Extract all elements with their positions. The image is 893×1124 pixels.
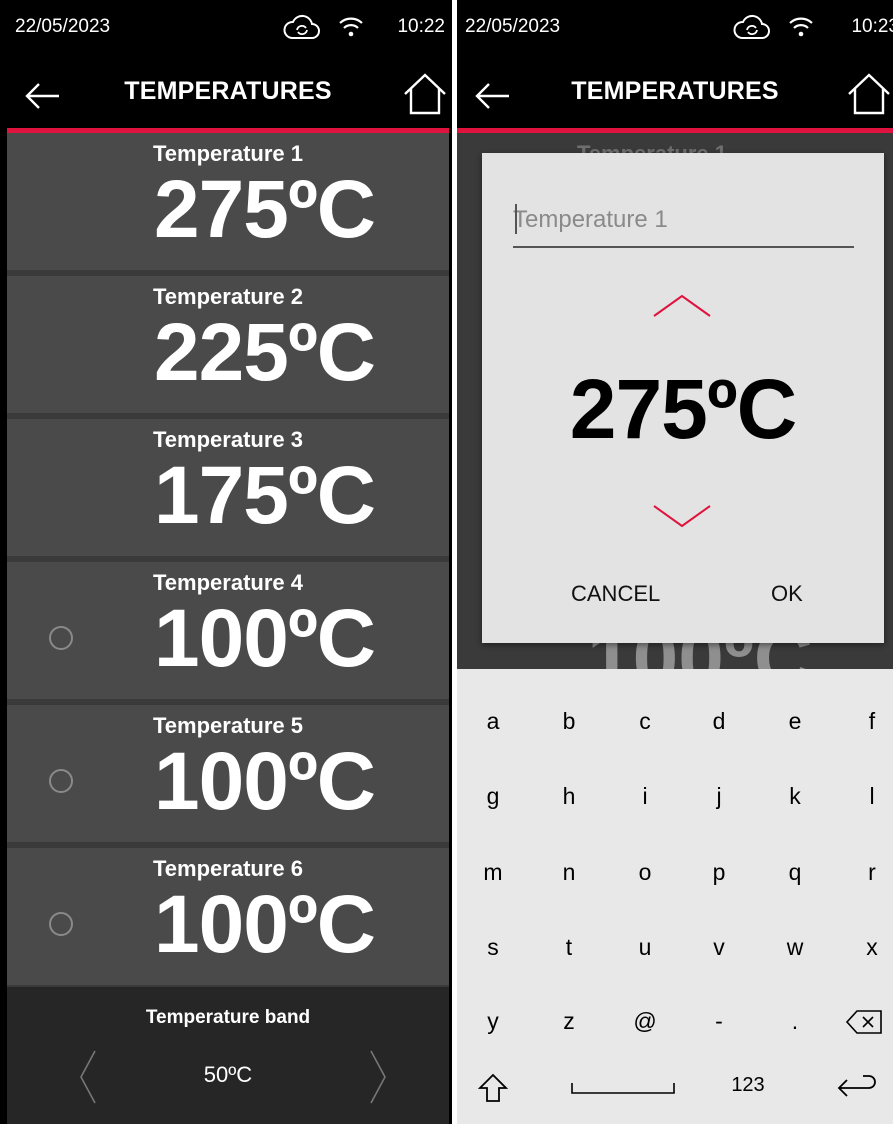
temperature-dialog: 275ºC CANCEL OK — [482, 153, 884, 643]
status-time: 10:23 — [851, 16, 893, 37]
temperature-radio[interactable] — [49, 912, 73, 936]
temperatures-screen: 22/05/2023 10:22 TEMPERATURES Temperatur… — [0, 0, 452, 1124]
key-n[interactable]: n — [541, 842, 597, 902]
key-k[interactable]: k — [767, 766, 823, 826]
text-caret — [515, 204, 517, 234]
temperature-value: 225ºC — [154, 307, 376, 398]
home-icon[interactable] — [845, 72, 893, 116]
status-bar: 22/05/2023 10:22 — [7, 0, 449, 64]
temperature-card-4[interactable]: Temperature 4 100ºC — [7, 562, 449, 699]
shift-icon[interactable] — [477, 1072, 509, 1104]
temperature-value: 275ºC — [154, 164, 376, 255]
dialog-temperature-value: 275ºC — [569, 362, 798, 456]
temperature-radio[interactable] — [49, 626, 73, 650]
temperature-band-panel: Temperature band 50ºC — [7, 987, 449, 1124]
cancel-button[interactable]: CANCEL — [571, 581, 660, 607]
onscreen-keyboard: a b c d e f g h i j k l m n o p q r s t … — [457, 669, 893, 1124]
key-i[interactable]: i — [617, 766, 673, 826]
key-s[interactable]: s — [465, 917, 521, 977]
status-time: 10:22 — [397, 16, 445, 37]
temperature-name-field[interactable] — [513, 198, 854, 248]
temperature-card-1[interactable]: Temperature 1 275ºC — [7, 133, 449, 270]
key-z[interactable]: z — [541, 991, 597, 1051]
space-bar-key[interactable] — [570, 1079, 676, 1099]
key-r[interactable]: r — [844, 842, 893, 902]
status-date: 22/05/2023 — [15, 16, 111, 37]
enter-icon[interactable] — [835, 1074, 879, 1102]
temperature-card-2[interactable]: Temperature 2 225ºC — [7, 276, 449, 413]
chevron-right-icon[interactable] — [367, 1047, 391, 1107]
key-g[interactable]: g — [465, 766, 521, 826]
app-bar: TEMPERATURES — [457, 64, 893, 133]
key-p[interactable]: p — [691, 842, 747, 902]
ok-button[interactable]: OK — [771, 581, 803, 607]
key-d[interactable]: d — [691, 691, 747, 751]
key-f[interactable]: f — [844, 691, 893, 751]
temperature-value: 100ºC — [154, 879, 376, 970]
key-j[interactable]: j — [691, 766, 747, 826]
key-b[interactable]: b — [541, 691, 597, 751]
cloud-sync-icon — [733, 14, 770, 39]
key-o[interactable]: o — [617, 842, 673, 902]
chevron-down-icon[interactable] — [652, 498, 712, 534]
backspace-icon[interactable] — [845, 1009, 883, 1035]
key-numeric-toggle[interactable]: 123 — [720, 1055, 776, 1115]
chevron-up-icon[interactable] — [652, 288, 712, 324]
key-m[interactable]: m — [465, 842, 521, 902]
key-y[interactable]: y — [465, 991, 521, 1051]
key-at[interactable]: @ — [617, 991, 673, 1051]
temperature-card-5[interactable]: Temperature 5 100ºC — [7, 705, 449, 842]
key-v[interactable]: v — [691, 917, 747, 977]
temperature-card-3[interactable]: Temperature 3 175ºC — [7, 419, 449, 556]
key-dash[interactable]: - — [691, 991, 747, 1051]
wifi-icon — [339, 17, 363, 37]
status-bar: 22/05/2023 10:23 — [457, 0, 893, 64]
key-t[interactable]: t — [541, 917, 597, 977]
home-icon[interactable] — [401, 72, 449, 116]
key-c[interactable]: c — [617, 691, 673, 751]
temperature-radio[interactable] — [49, 769, 73, 793]
temperature-list: Temperature 1 275ºC Temperature 2 225ºC … — [7, 133, 449, 991]
band-label: Temperature band — [145, 1007, 311, 1028]
temperature-value: 100ºC — [154, 593, 376, 684]
page-title: TEMPERATURES — [571, 77, 779, 105]
temperature-edit-screen: 22/05/2023 10:23 TEMPERATURES Temperatur… — [457, 0, 893, 1124]
temperature-name-input[interactable] — [513, 198, 854, 242]
page-title: TEMPERATURES — [124, 77, 332, 105]
temperature-value: 100ºC — [154, 736, 376, 827]
wifi-icon — [789, 17, 813, 37]
key-period[interactable]: . — [767, 991, 823, 1051]
status-date: 22/05/2023 — [465, 16, 561, 37]
key-u[interactable]: u — [617, 917, 673, 977]
cloud-sync-icon — [283, 14, 320, 39]
key-a[interactable]: a — [465, 691, 521, 751]
key-w[interactable]: w — [767, 917, 823, 977]
key-l[interactable]: l — [844, 766, 893, 826]
key-h[interactable]: h — [541, 766, 597, 826]
key-e[interactable]: e — [767, 691, 823, 751]
temperature-card-6[interactable]: Temperature 6 100ºC — [7, 848, 449, 985]
key-x[interactable]: x — [844, 917, 893, 977]
key-q[interactable]: q — [767, 842, 823, 902]
app-bar: TEMPERATURES — [7, 64, 449, 133]
temperature-value: 175ºC — [154, 450, 376, 541]
